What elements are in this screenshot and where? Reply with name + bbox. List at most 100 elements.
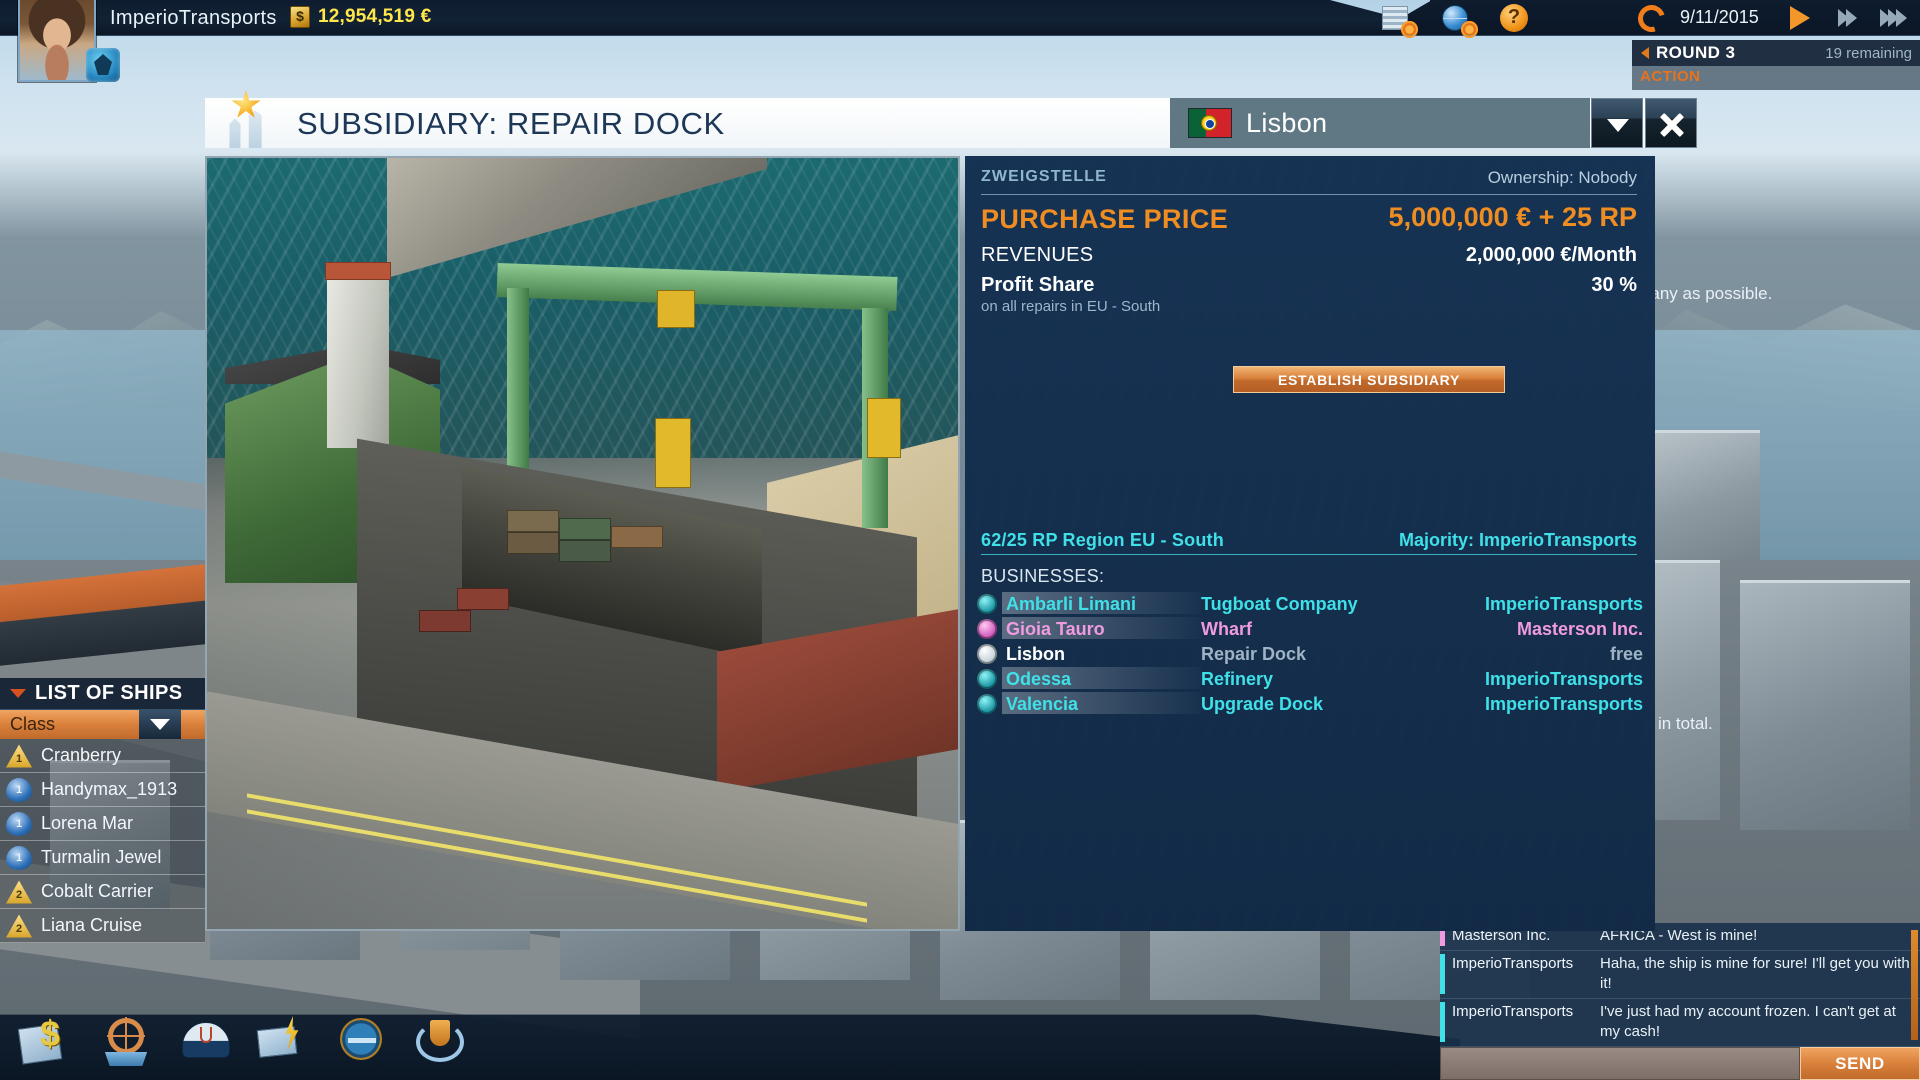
ship-class-badge: 1 (6, 744, 32, 768)
ship-name: Liana Cruise (41, 915, 143, 935)
business-city: Odessa (1002, 666, 1201, 690)
divider (981, 554, 1637, 555)
city-name: Lisbon (1246, 107, 1328, 138)
collapse-button[interactable] (1591, 98, 1643, 148)
profit-share-label: Profit Share (981, 274, 1095, 296)
class-filter-value[interactable]: Class (0, 710, 139, 739)
wrench-icon (977, 644, 997, 664)
business-type: Tugboat Company (1201, 593, 1358, 614)
help-glyph: ? (1500, 4, 1528, 32)
chat-message-list: Masterson Inc. AFRICA - West is mine! Impe… (1440, 923, 1920, 1047)
region-rp-line: 62/25 RP Region EU - South (981, 530, 1224, 550)
dialog-header: SUBSIDIARY: REPAIR DOCK Lisbon (205, 90, 1697, 148)
list-item[interactable]: 2 Liana Cruise (0, 909, 205, 943)
divider (981, 194, 1637, 195)
round-remaining: 19 remaining (1825, 45, 1912, 62)
page-title: SUBSIDIARY: REPAIR DOCK (297, 106, 725, 141)
list-item[interactable]: 1 Lorena Mar (0, 807, 205, 841)
ship-name: Handymax_1913 (41, 779, 178, 799)
fleet-icon[interactable] (100, 1016, 152, 1068)
round-action-bar: ACTION (1632, 66, 1920, 90)
bank-icon[interactable] (256, 1016, 310, 1068)
business-owner: Masterson Inc. (1516, 618, 1643, 639)
round-action-label: ACTION (1640, 68, 1701, 85)
establish-subsidiary-button[interactable]: ESTABLISH SUBSIDIARY (1233, 366, 1505, 393)
left-arrow-icon[interactable] (1641, 47, 1649, 59)
establish-subsidiary-label: ESTABLISH SUBSIDIARY (1277, 371, 1460, 388)
class-filter-dropdown[interactable] (139, 710, 181, 739)
filter-tail (181, 710, 205, 739)
company-name: ImperioTransports (110, 7, 277, 29)
chat-message: ImperioTransports I've just had my accoun… (1440, 999, 1920, 1047)
tugboat-icon (977, 594, 997, 614)
round-title-row: ROUND 3 19 remaining (1632, 40, 1920, 66)
business-owner: ImperioTransports (1484, 668, 1643, 689)
business-city: Ambarli Limani (1002, 591, 1201, 615)
list-settings-icon[interactable] (1380, 4, 1418, 38)
profit-share-value: 30 % (1591, 274, 1637, 296)
captain-icon[interactable] (180, 1016, 232, 1068)
majority-line: Majority: ImperioTransports (1398, 530, 1637, 550)
chat-author: ImperioTransports (1452, 1003, 1574, 1020)
ownership-label: Ownership: Nobody (1487, 168, 1637, 187)
ships-panel-header[interactable]: LIST OF SHIPS (0, 678, 205, 710)
help-icon[interactable]: ? (1500, 4, 1536, 34)
chevron-down-icon (150, 719, 170, 730)
business-type: Upgrade Dock (1201, 693, 1324, 714)
chat-accent-bar (1440, 1002, 1445, 1042)
very-fast-forward-icon[interactable] (1880, 9, 1907, 27)
ship-class-badge: 1 (6, 845, 32, 870)
top-bar: ImperioTransports 12,954,519 € ? 9/11/20… (0, 0, 1920, 38)
ship-class-badge: 2 (6, 880, 32, 904)
subsidiary-info-panel: ZWEIGSTELLE Ownership: Nobody PURCHASE P… (965, 156, 1655, 931)
list-item[interactable]: 1 Turmalin Jewel (0, 841, 205, 875)
send-label: SEND (1835, 1053, 1885, 1073)
business-row[interactable]: Valencia Upgrade Dock ImperioTransports (977, 691, 1643, 716)
ship-class-badge: 2 (6, 914, 32, 938)
money-value: 12,954,519 € (318, 6, 432, 27)
money-display: 12,954,519 € (290, 6, 431, 28)
ships-panel-title: LIST OF SHIPS (35, 682, 183, 704)
chat-accent-bar (1440, 954, 1445, 994)
business-row[interactable]: Lisbon Repair Dock free (977, 642, 1643, 666)
close-icon (1658, 111, 1686, 139)
business-owner: ImperioTransports (1484, 693, 1643, 714)
chat-input[interactable] (1440, 1047, 1800, 1080)
business-type: Refinery (1201, 668, 1274, 689)
business-row[interactable]: Odessa Refinery ImperioTransports (977, 666, 1643, 691)
trophy-icon[interactable] (414, 1016, 466, 1068)
bottom-toolbar: $ (0, 1014, 1460, 1080)
business-row[interactable]: Gioia Tauro Wharf Masterson Inc. (977, 616, 1643, 641)
ship-name: Lorena Mar (41, 813, 134, 833)
purchase-price-value: 5,000,000 € + 25 RP (1388, 202, 1637, 232)
dialog-body: ZWEIGSTELLE Ownership: Nobody PURCHASE P… (205, 148, 1655, 938)
finance-icon[interactable]: $ (17, 1016, 72, 1068)
ships-filter-row[interactable]: Class (0, 710, 205, 739)
business-owner: free (1609, 643, 1643, 664)
business-row[interactable]: Ambarli Limani Tugboat Company ImperioTran… (977, 591, 1643, 616)
list-item[interactable]: 2 Cobalt Carrier (0, 875, 205, 909)
play-icon[interactable] (1790, 6, 1810, 30)
fast-forward-icon[interactable] (1838, 9, 1857, 27)
chat-text: Haha, the ship is mine for sure! I'll ge… (1600, 955, 1910, 992)
chevron-down-icon (1607, 119, 1629, 132)
ship-class-badge: 1 (6, 811, 32, 836)
list-item[interactable]: 1 Cranberry (0, 739, 205, 773)
ship-name: Cobalt Carrier (41, 881, 154, 901)
send-button[interactable]: SEND (1800, 1047, 1920, 1080)
businesses-label: BUSINESSES: (981, 566, 1105, 586)
avatar[interactable] (18, 0, 96, 82)
target-icon[interactable] (336, 1016, 388, 1068)
globe-settings-icon[interactable] (1440, 4, 1478, 38)
chat-panel: Masterson Inc. AFRICA - West is mine! Impe… (1440, 923, 1920, 1080)
chat-input-row: SEND (1440, 1047, 1920, 1080)
close-button[interactable] (1645, 98, 1697, 148)
profit-share-subtext: on all repairs in EU - South (981, 298, 1161, 315)
chat-scrollbar[interactable] (1911, 930, 1918, 1040)
refinery-icon (977, 669, 997, 689)
revenues-value: 2,000,000 €/Month (1465, 244, 1637, 266)
dock-preview-image (205, 156, 960, 931)
list-item[interactable]: 1 Handymax_1913 (0, 773, 205, 807)
caret-down-icon[interactable] (10, 689, 26, 698)
upgrade-dock-icon (977, 694, 997, 714)
